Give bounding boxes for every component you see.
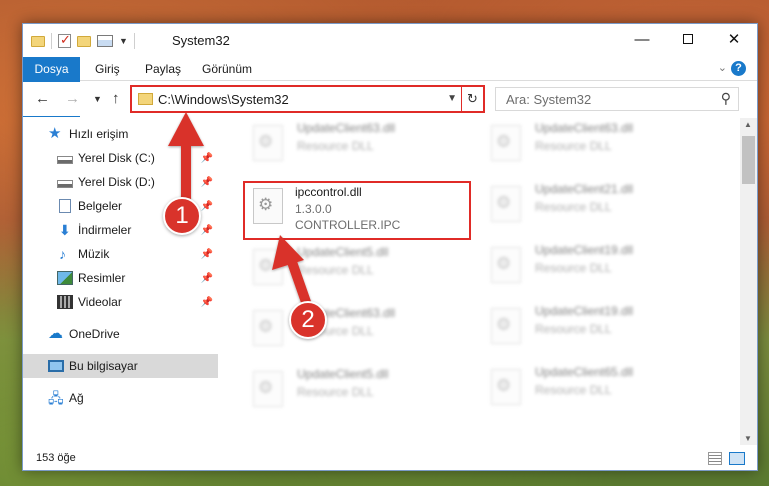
arrow-to-address-bar — [168, 112, 204, 205]
step-2-badge: 2 — [289, 301, 327, 339]
step-1-badge: 1 — [163, 197, 201, 235]
arrow-to-ipccontrol — [272, 235, 311, 307]
callout-arrows — [168, 112, 311, 307]
